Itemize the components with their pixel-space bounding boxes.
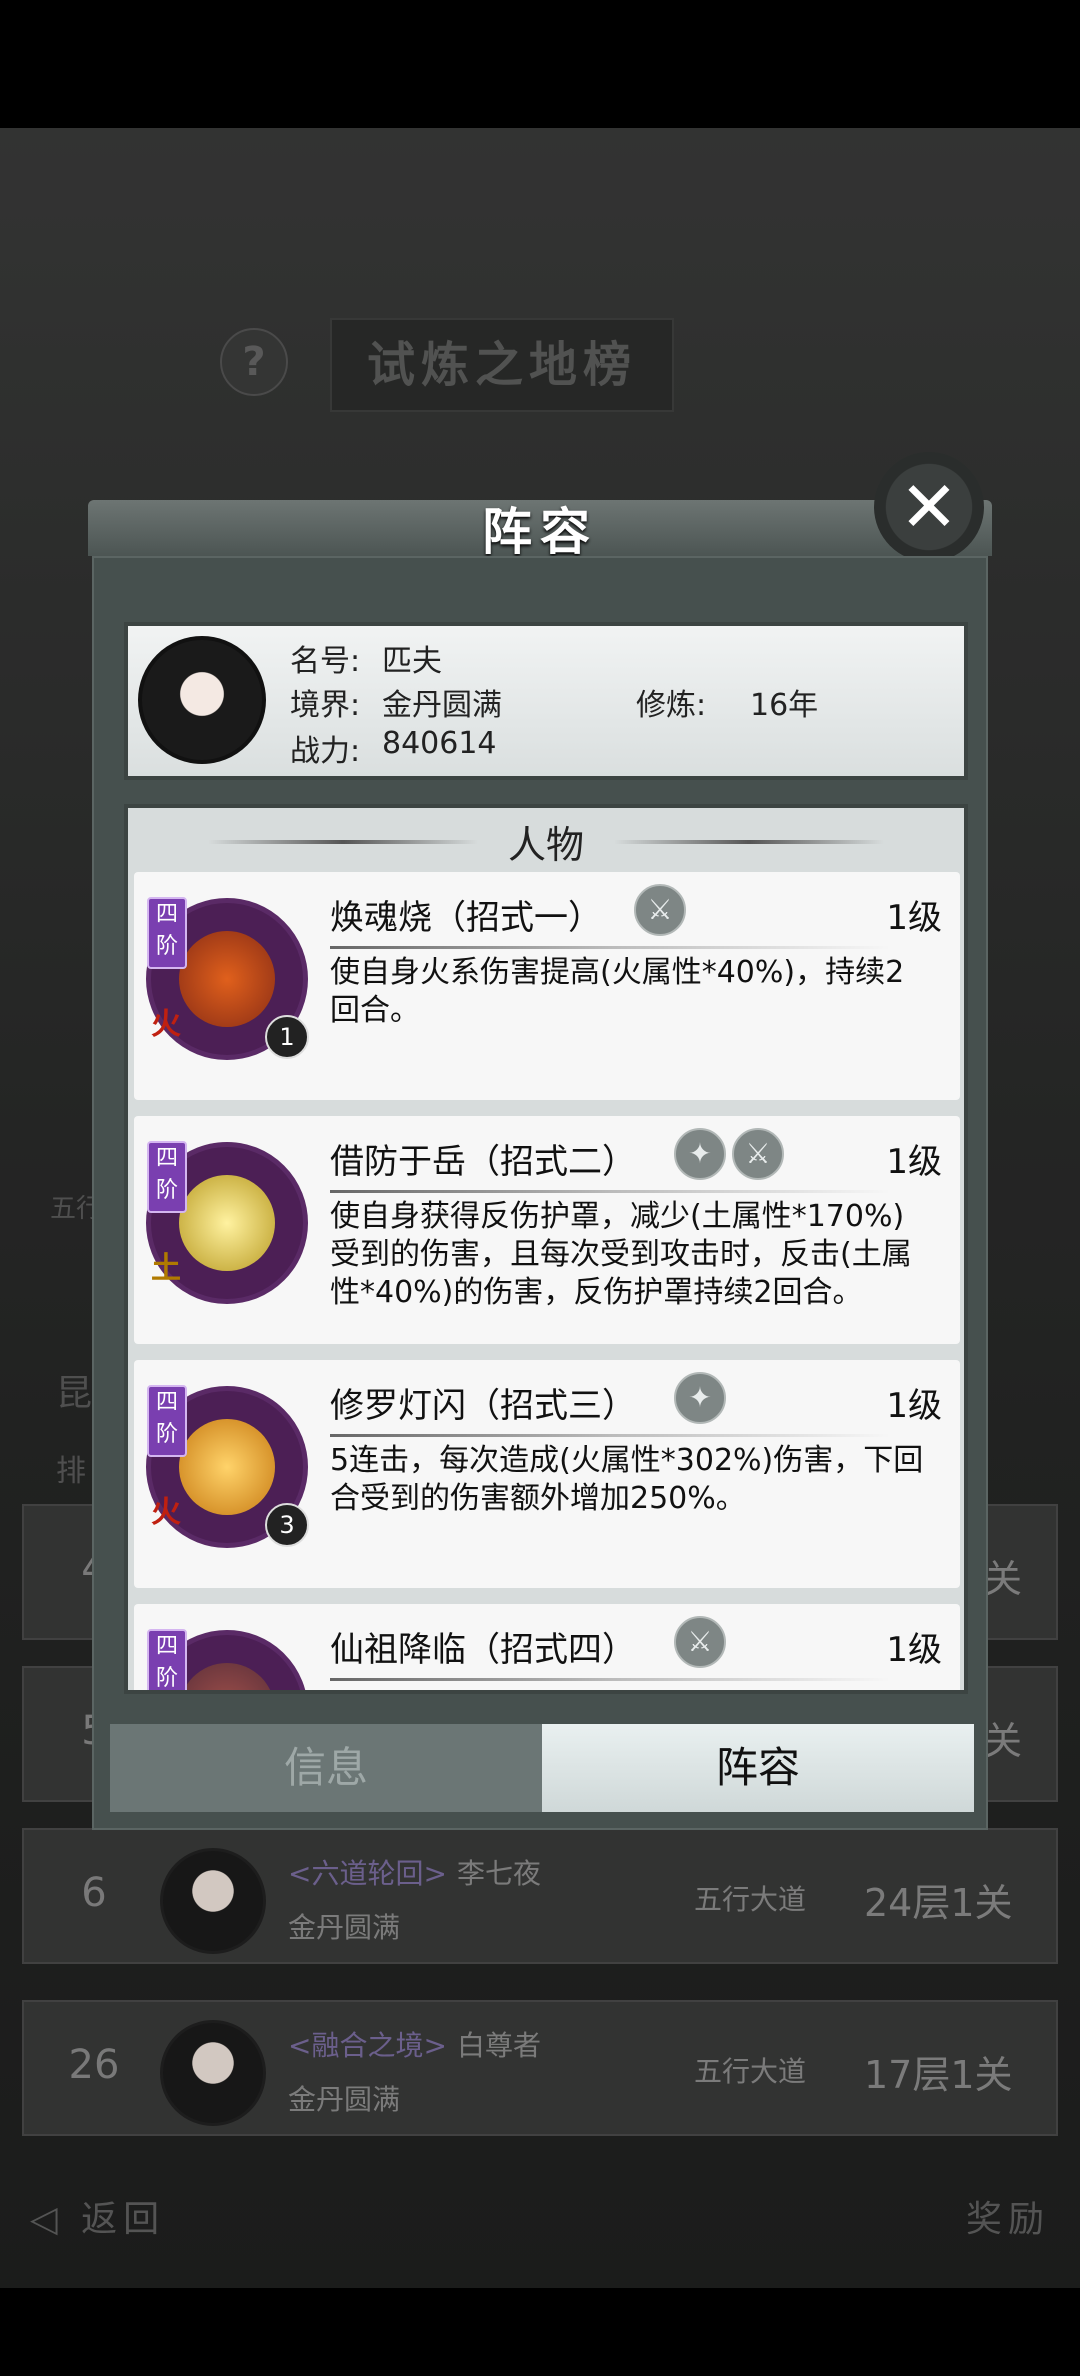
tier-badge: 四阶: [147, 1629, 187, 1690]
count-badge: 1: [265, 1015, 309, 1059]
profile-card: 名号: 匹夫 境界: 金丹圆满 修炼: 16年 战力: 840614: [124, 622, 968, 780]
divider: [330, 1190, 890, 1193]
avatar: [138, 636, 266, 764]
tab-info[interactable]: 信息: [110, 1724, 542, 1812]
skill-level: 1级: [886, 1386, 942, 1426]
power-label: 战力:: [290, 734, 361, 769]
element-label: 火: [151, 1007, 181, 1042]
skill-level: 1级: [886, 1630, 942, 1670]
skill-name: 修罗灯闪（招式三）: [330, 1386, 636, 1426]
player-name: 匹夫: [382, 644, 442, 679]
skill-icon: 四阶 火 1: [146, 897, 309, 1060]
skill-icon: 四阶 土: [146, 1141, 308, 1304]
fire-icon: [179, 931, 275, 1027]
meditation-icon: [179, 1175, 275, 1271]
skill-name: 仙祖降临（招式四）: [330, 1630, 636, 1670]
divider: [330, 946, 890, 949]
skill-card[interactable]: 四阶 仙祖降临（招式四） ⚔ 1级: [134, 1604, 960, 1690]
skill-description: 5连击，每次造成(火属性*302%)伤害，下回合受到的伤害额外增加250%。: [330, 1443, 924, 1516]
divider: [330, 1434, 890, 1437]
element-label: 土: [151, 1251, 181, 1286]
dialog-body: 名号: 匹夫 境界: 金丹圆满 修炼: 16年 战力: 840614 人物 四阶…: [92, 556, 988, 1830]
skill-type-icon: ✦: [674, 1128, 726, 1180]
element-label: 火: [151, 1495, 181, 1530]
dialog-tabs: 信息 阵容: [110, 1724, 974, 1812]
tab-lineup[interactable]: 阵容: [542, 1724, 974, 1812]
cultivation-value: 16年: [750, 688, 819, 723]
skill-type-icon: ✦: [674, 1372, 726, 1424]
realm-label: 境界:: [290, 688, 361, 723]
tier-badge: 四阶: [147, 1141, 187, 1213]
skill-card[interactable]: 四阶 土 借防于岳（招式二） ✦ ⚔ 1级 使自身获得反伤护罩，减少(土属性*1…: [134, 1116, 960, 1344]
lineup-dialog: 阵容 ✕ 名号: 匹夫 境界: 金丹圆满 修炼: 16年 战力: 840614 …: [88, 452, 992, 1860]
skill-level: 1级: [886, 1142, 942, 1182]
skill-type-icon: ⚔: [674, 1616, 726, 1668]
skill-card[interactable]: 四阶 火 3 修罗灯闪（招式三） ✦ 1级 5连击，每次造成(火属性*302%)…: [134, 1360, 960, 1588]
count-badge: 3: [265, 1503, 309, 1547]
skill-type-icon: ⚔: [732, 1128, 784, 1180]
divider: [330, 1678, 890, 1681]
close-icon: ✕: [899, 466, 959, 548]
section-title: 人物: [128, 814, 964, 869]
power-value: 840614: [382, 726, 497, 761]
skill-icon: 四阶 火 3: [146, 1385, 309, 1548]
character-panel[interactable]: 人物 四阶 火 1 焕魂烧（招式一） ⚔ 1级 使自身火系伤害提高(火属性*40…: [124, 804, 968, 1694]
skill-name: 焕魂烧（招式一）: [330, 898, 602, 938]
skill-name: 借防于岳（招式二）: [330, 1142, 636, 1182]
tier-badge: 四阶: [147, 1385, 187, 1457]
dragon-icon: [179, 1663, 275, 1690]
tier-badge: 四阶: [147, 897, 187, 969]
flash-icon: [179, 1419, 275, 1515]
dialog-title: 阵容: [482, 502, 598, 561]
skill-icon: 四阶: [146, 1629, 308, 1690]
skill-level: 1级: [886, 898, 942, 938]
close-button[interactable]: ✕: [874, 452, 984, 562]
skill-description: 使自身火系伤害提高(火属性*40%)，持续2回合。: [330, 955, 905, 1028]
cultivation-label: 修炼:: [636, 688, 707, 723]
skill-description: 使自身获得反伤护罩，减少(土属性*170%)受到的伤害，且每次受到攻击时，反击(…: [330, 1199, 912, 1310]
skill-type-icon: ⚔: [634, 884, 686, 936]
realm-value: 金丹圆满: [382, 688, 502, 723]
skill-card[interactable]: 四阶 火 1 焕魂烧（招式一） ⚔ 1级 使自身火系伤害提高(火属性*40%)，…: [134, 872, 960, 1100]
name-label: 名号:: [290, 644, 361, 679]
